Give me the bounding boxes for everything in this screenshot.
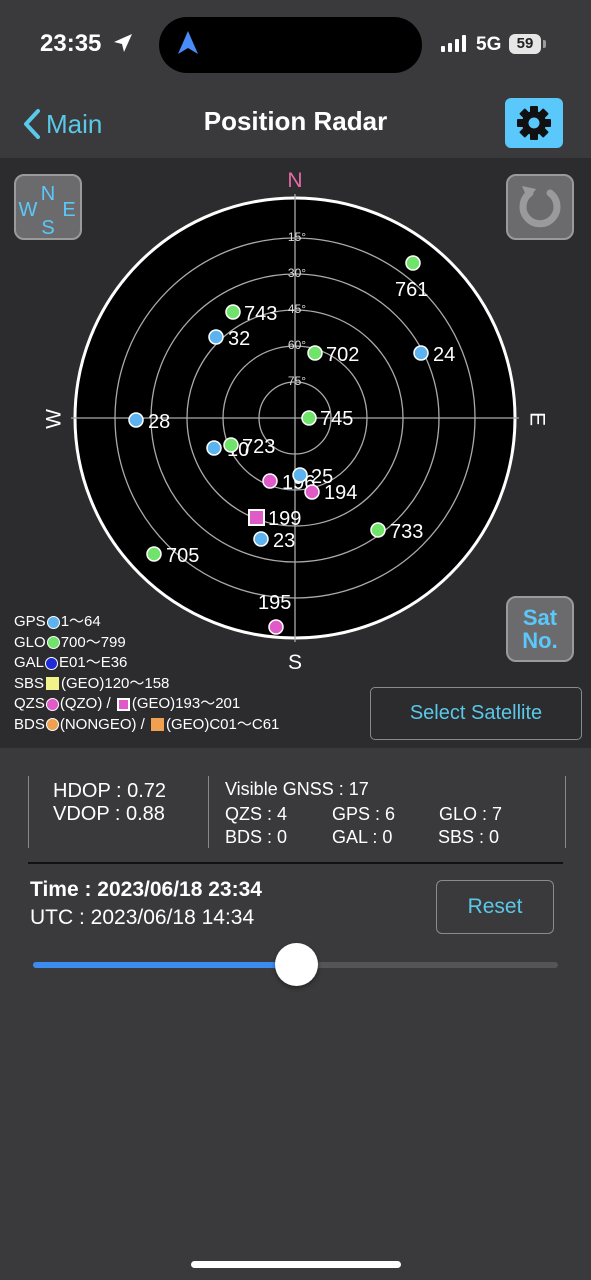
satellite-label: 723 (242, 436, 275, 458)
satellite-label: 705 (166, 545, 199, 567)
glo-dot-icon (46, 636, 60, 650)
refresh-icon (519, 186, 561, 228)
bds-count: BDS : 0 (225, 827, 288, 847)
satno-line1: Sat (522, 605, 558, 630)
satno-line2: No. (522, 628, 558, 653)
location-arrow-icon (114, 34, 132, 52)
battery-icon: 59 (509, 34, 541, 54)
svg-text:E: E (62, 199, 75, 221)
visible-gnss: Visible GNSS : 17 (225, 779, 369, 799)
satellite-marker[interactable] (292, 467, 308, 483)
gps-count: GPS : 6 (332, 804, 396, 824)
north-label: N (287, 169, 302, 192)
signal-strength-icon (441, 35, 466, 52)
elevation-label: 15° (288, 230, 306, 244)
west-label: W (43, 409, 66, 429)
battery-nub (543, 40, 546, 48)
page-title: Position Radar (203, 106, 388, 136)
satellite-label: 761 (395, 279, 428, 301)
gal-count: GAL : 0 (332, 827, 393, 847)
qzs-count: QZS : 4 (225, 804, 288, 824)
utc-time: UTC : 2023/06/18 14:34 (30, 906, 255, 929)
reset-button[interactable]: Reset (436, 880, 554, 934)
satellite-marker[interactable] (225, 304, 241, 320)
bds-geo-square-icon (151, 718, 165, 732)
satellite-marker[interactable] (405, 255, 421, 271)
vdop-value: VDOP : 0.88 (53, 803, 165, 825)
satellite-legend: GPS 1～64 GLO 700～799 GAL E01～E36 SBS (GEO)12… (14, 612, 279, 735)
satellite-marker[interactable] (304, 484, 320, 500)
legend-qzs: QZS (QZO) / (GEO)193～201 (14, 695, 241, 712)
satellite-marker[interactable] (208, 329, 224, 345)
satellite-label: 743 (244, 303, 277, 325)
network-type: 5G (476, 34, 502, 55)
legend-gal: GAL E01～E36 (14, 654, 128, 671)
bds-dot-icon (45, 718, 59, 732)
satellite-marker[interactable] (206, 440, 222, 456)
satellite-marker[interactable] (262, 473, 278, 489)
satellite-label: 24 (433, 344, 455, 366)
satellite-label: 195 (258, 592, 291, 614)
satellite-label: 28 (148, 411, 170, 433)
south-label: S (288, 651, 302, 674)
elevation-label: 30° (288, 266, 306, 280)
legend-gps: GPS 1～64 (14, 613, 101, 630)
qzs-dot-icon (45, 697, 59, 711)
navigation-arrow-icon (178, 31, 198, 54)
elevation-label: 75° (288, 374, 306, 388)
satellite-marker[interactable] (307, 345, 323, 361)
satellite-label: 745 (320, 408, 353, 430)
qzs-geo-square-icon (116, 697, 130, 711)
satellite-marker[interactable] (413, 345, 429, 361)
satellite-label: 23 (273, 530, 295, 552)
svg-text:N: N (41, 183, 55, 205)
divider (28, 862, 563, 864)
gnss-panel: Visible GNSS : 17 QZS : 4 GPS : 6 GLO : … (208, 776, 566, 848)
refresh-button[interactable] (506, 174, 574, 240)
satellite-label: 194 (324, 482, 357, 504)
settings-button[interactable] (505, 98, 563, 148)
legend-bds: BDS (NONGEO) / (GEO)C01～C61 (14, 715, 280, 733)
compass-orientation-button[interactable]: N E S W (14, 174, 82, 240)
legend-glo: GLO 700～799 (14, 633, 126, 651)
compass-icon: N E S W (19, 183, 76, 239)
svg-text:S: S (41, 217, 54, 238)
sbs-square-icon (46, 677, 60, 691)
satellite-number-button[interactable]: Sat No. (506, 596, 574, 662)
satellite-label: 702 (326, 344, 359, 366)
satellite-label: 32 (228, 328, 250, 350)
legend-sbs: SBS (GEO)120～158 (14, 674, 170, 692)
satellite-marker[interactable] (370, 522, 386, 538)
home-indicator[interactable] (191, 1261, 401, 1268)
satellite-marker[interactable] (223, 437, 239, 453)
satellite-marker[interactable] (248, 509, 265, 526)
gear-icon (517, 106, 551, 140)
status-time: 23:35 (40, 30, 102, 57)
sky-radar: 15° 30° 45° 60° 75° N S E W 761 743 32 7… (43, 169, 549, 674)
sbs-count: SBS : 0 (438, 827, 500, 847)
hdop-value: HDOP : 0.72 (53, 780, 167, 802)
gps-dot-icon (46, 615, 60, 629)
satellite-label: 199 (268, 508, 301, 530)
satellite-marker[interactable] (146, 546, 162, 562)
satellite-marker[interactable] (301, 410, 317, 426)
east-label: E (525, 412, 548, 426)
satellite-marker[interactable] (253, 531, 269, 547)
elevation-label: 60° (288, 338, 306, 352)
satellite-label: 733 (390, 521, 423, 543)
dop-panel: HDOP : 0.72 VDOP : 0.88 (28, 776, 209, 848)
local-time: Time : 2023/06/18 23:34 (30, 878, 262, 901)
time-slider-fill (33, 962, 296, 968)
select-satellite-button[interactable]: Select Satellite (370, 687, 582, 740)
glo-count: GLO : 7 (439, 804, 503, 824)
satellite-marker[interactable] (128, 412, 144, 428)
time-slider-thumb[interactable] (274, 943, 318, 986)
gal-dot-icon (45, 656, 59, 670)
elevation-label: 45° (288, 302, 306, 316)
svg-text:W: W (19, 199, 38, 221)
